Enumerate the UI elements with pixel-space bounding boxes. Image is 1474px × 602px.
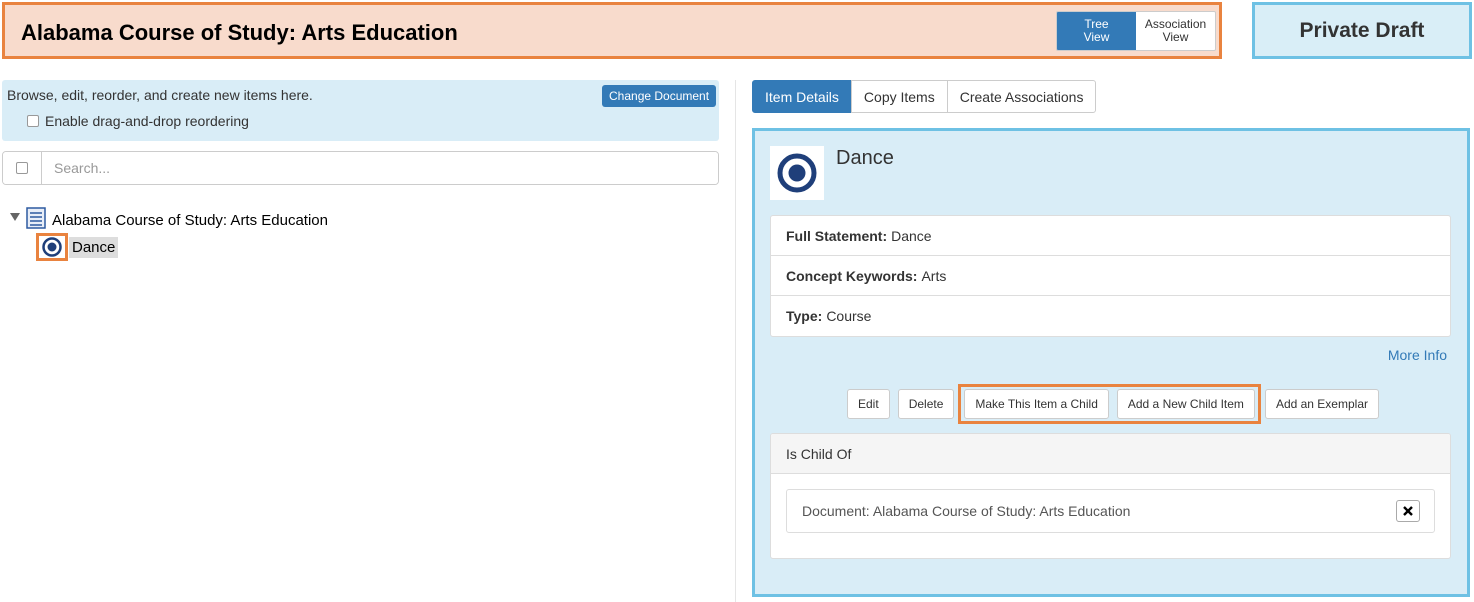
drag-drop-label: Enable drag-and-drop reordering bbox=[45, 113, 249, 129]
select-all-checkbox[interactable] bbox=[16, 162, 28, 174]
property-label: Full Statement: bbox=[786, 227, 888, 244]
is-child-of-panel: Is Child Of Document: Alabama Course of … bbox=[770, 433, 1451, 559]
item-details-panel: Dance Full Statement: Dance Concept Keyw… bbox=[752, 128, 1470, 597]
item-icon bbox=[770, 146, 824, 200]
info-bar: Browse, edit, reorder, and create new it… bbox=[2, 80, 719, 141]
search-input[interactable] bbox=[42, 152, 718, 184]
delete-button[interactable]: Delete bbox=[897, 389, 955, 419]
tree-item-label: Dance bbox=[69, 236, 119, 258]
is-child-of-heading: Is Child Of bbox=[771, 434, 1450, 474]
item-tree: Alabama Course of Study: Arts Education … bbox=[10, 207, 328, 261]
tab-copy-items[interactable]: Copy Items bbox=[850, 80, 948, 113]
edit-button[interactable]: Edit bbox=[847, 389, 890, 419]
item-title: Dance bbox=[836, 147, 894, 169]
view-toggle: Tree View Association View bbox=[1056, 11, 1216, 51]
panel-divider bbox=[735, 80, 736, 602]
property-value: Course bbox=[826, 308, 872, 324]
property-concept-keywords: Concept Keywords: Arts bbox=[771, 256, 1450, 296]
document-icon bbox=[26, 207, 46, 233]
property-value: Dance bbox=[891, 227, 932, 244]
caret-down-icon[interactable] bbox=[10, 213, 20, 221]
property-full-statement: Full Statement: Dance bbox=[771, 216, 1450, 256]
item-properties: Full Statement: Dance Concept Keywords: … bbox=[770, 215, 1451, 337]
parent-association-item: Document: Alabama Course of Study: Arts … bbox=[786, 489, 1435, 533]
parent-association-label: Document: Alabama Course of Study: Arts … bbox=[802, 503, 1131, 519]
change-document-button[interactable]: Change Document bbox=[602, 85, 717, 107]
select-all-addon bbox=[3, 152, 42, 184]
tab-create-associations[interactable]: Create Associations bbox=[946, 80, 1097, 113]
target-icon bbox=[777, 153, 817, 193]
info-text: Browse, edit, reorder, and create new it… bbox=[7, 87, 313, 103]
remove-association-button[interactable] bbox=[1396, 500, 1420, 522]
detail-tabs: Item Details Copy Items Create Associati… bbox=[752, 80, 1097, 113]
association-view-button[interactable]: Association View bbox=[1136, 12, 1215, 50]
add-child-button[interactable]: Add a New Child Item bbox=[1116, 389, 1255, 419]
tree-root-label: Alabama Course of Study: Arts Education bbox=[52, 211, 328, 229]
tree-item-dance[interactable]: Dance bbox=[36, 233, 119, 261]
add-exemplar-button[interactable]: Add an Exemplar bbox=[1264, 389, 1379, 419]
more-info-link[interactable]: More Info bbox=[1388, 347, 1447, 363]
drag-drop-checkbox[interactable] bbox=[27, 115, 39, 127]
property-label: Concept Keywords: bbox=[786, 267, 918, 284]
close-icon bbox=[1403, 506, 1413, 516]
highlighted-actions: Make This Item a Child Add a New Child I… bbox=[958, 384, 1261, 424]
property-label: Type: bbox=[786, 308, 823, 324]
status-badge: Private Draft bbox=[1252, 2, 1472, 59]
item-actions: Edit Delete Make This Item a Child Add a… bbox=[847, 384, 1379, 424]
tree-root[interactable]: Alabama Course of Study: Arts Education bbox=[10, 207, 328, 233]
property-type: Type: Course bbox=[771, 296, 1450, 336]
tree-view-button[interactable]: Tree View bbox=[1057, 12, 1136, 50]
document-header: Alabama Course of Study: Arts Education … bbox=[2, 2, 1222, 59]
property-value: Arts bbox=[921, 267, 947, 284]
page-title: Alabama Course of Study: Arts Education bbox=[21, 20, 458, 45]
target-icon bbox=[36, 233, 68, 261]
search-bar bbox=[2, 151, 719, 185]
tab-item-details[interactable]: Item Details bbox=[752, 80, 852, 113]
drag-drop-toggle[interactable]: Enable drag-and-drop reordering bbox=[27, 113, 249, 129]
make-child-button[interactable]: Make This Item a Child bbox=[964, 389, 1109, 419]
